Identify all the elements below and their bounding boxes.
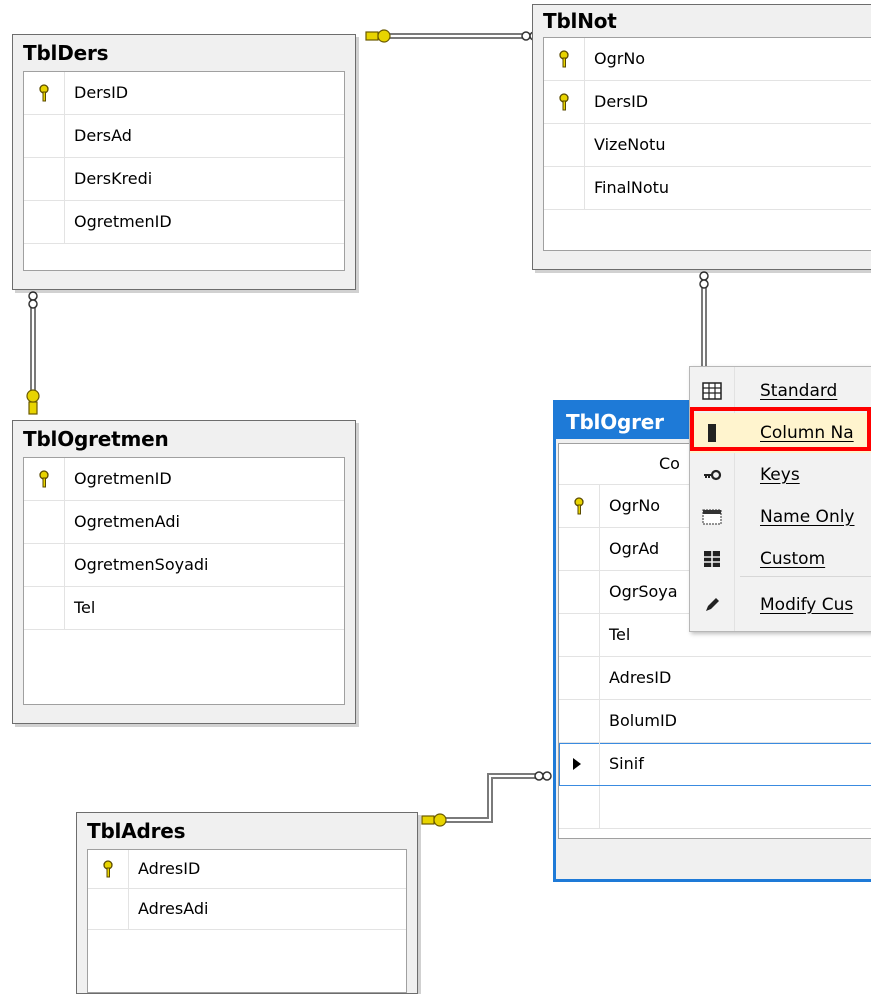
column-row[interactable]: DersID [544,81,871,124]
table-title[interactable]: TblOgretmen [13,421,355,453]
row-selector-arrow-icon [573,758,581,770]
column-row[interactable]: OgretmenSoyadi [24,544,344,587]
menu-item-standard[interactable]: Standard [690,371,871,411]
column-row[interactable]: Tel [24,587,344,630]
menu-item-keys[interactable]: Keys [690,455,871,495]
column-name: Tel [74,598,96,617]
column-name: OgrNo [594,49,646,68]
column-name: AdresID [609,668,672,687]
column-name: OgretmenAdi [74,512,180,531]
column-name: AdresID [138,859,201,878]
column-row[interactable]: AdresID [88,850,406,889]
column-name: VizeNotu [594,135,666,154]
column-name: OgretmenID [74,212,172,231]
column-grid: AdresID AdresAdi [87,849,407,993]
table-title[interactable]: TblNot [533,5,871,35]
menu-item-label: Keys [760,465,800,485]
pencil-icon [706,598,719,611]
table-tblnot[interactable]: TblNot OgrNo DersID VizeNotu FinalNotu [532,4,871,270]
column-row[interactable]: DersKredi [24,158,344,201]
table-title[interactable]: TblAdres [77,813,417,845]
primary-key-icon [559,50,569,68]
grid-icon [702,382,722,400]
column-row[interactable]: BolumID [559,700,871,743]
table-tblders[interactable]: TblDers DersID DersAd DersKredi Ogretmen… [12,34,356,290]
menu-item-label: Standard [760,381,838,401]
primary-key-icon [39,84,49,102]
column-name: OgrNo [609,496,661,515]
column-row-current[interactable]: Sinif [559,743,871,786]
column-header-label: Co [659,454,680,473]
column-name: OgretmenID [74,469,172,488]
highlight-box [690,407,871,451]
column-grid: OgrNo DersID VizeNotu FinalNotu [543,37,871,251]
primary-key-icon [39,470,49,488]
column-row[interactable]: OgretmenID [24,201,344,244]
primary-key-icon [103,860,113,878]
column-row[interactable]: AdresID [559,657,871,700]
column-row[interactable]: DersID [24,72,344,115]
column-name: Tel [609,625,631,644]
menu-item-label: Name Only [760,507,855,527]
menu-item-label: Custom [760,549,826,569]
column-row[interactable]: OgrNo [544,38,871,81]
column-row[interactable]: AdresAdi [88,889,406,930]
column-row-empty[interactable] [559,786,871,829]
menu-item-label: Modify Cus [760,595,854,615]
key-icon [704,469,722,481]
name-only-icon [702,509,722,525]
column-name: DersKredi [74,169,153,188]
column-row[interactable]: FinalNotu [544,167,871,210]
column-name: OgretmenSoyadi [74,555,209,574]
menu-item-modify-custom[interactable]: Modify Cus [690,585,871,625]
column-name: FinalNotu [594,178,670,197]
column-name: BolumID [609,711,677,730]
menu-separator [740,576,871,577]
column-row[interactable]: OgretmenID [24,458,344,501]
column-row[interactable]: OgretmenAdi [24,501,344,544]
column-row[interactable]: DersAd [24,115,344,158]
column-row[interactable]: VizeNotu [544,124,871,167]
table-tbladres[interactable]: TblAdres AdresID AdresAdi [76,812,418,994]
primary-key-icon [574,497,584,515]
primary-key-icon [559,93,569,111]
column-name: DersID [74,83,129,102]
column-grid: DersID DersAd DersKredi OgretmenID [23,71,345,271]
column-name: OgrAd [609,539,660,558]
menu-item-name-only[interactable]: Name Only [690,497,871,537]
column-name: Sinif [609,754,644,773]
column-grid: OgretmenID OgretmenAdi OgretmenSoyadi Te… [23,457,345,705]
custom-grid-icon [704,551,720,567]
table-tblogretmen[interactable]: TblOgretmen OgretmenID OgretmenAdi Ogret… [12,420,356,724]
table-view-context-menu: Standard Column Na Keys Name Only Custom… [689,366,871,632]
table-title[interactable]: TblDers [13,35,355,67]
column-name: AdresAdi [138,899,209,918]
column-name: OgrSoya [609,582,678,601]
column-name: DersAd [74,126,132,145]
menu-item-custom[interactable]: Custom [690,539,871,579]
column-name: DersID [594,92,649,111]
